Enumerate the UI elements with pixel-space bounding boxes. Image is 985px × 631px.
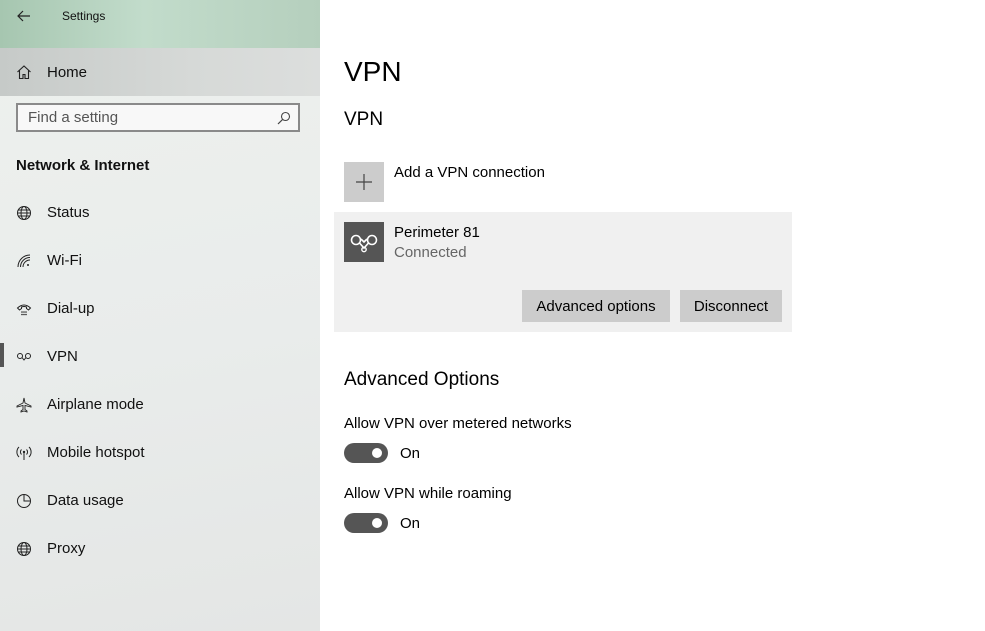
- sidebar-item-airplane-mode[interactable]: Airplane mode: [0, 385, 320, 425]
- title-bar: Settings: [0, 0, 320, 48]
- search-input[interactable]: [18, 105, 288, 130]
- sidebar-item-label: Home: [47, 64, 88, 81]
- sidebar-item-mobile-hotspot[interactable]: Mobile hotspot: [0, 433, 320, 473]
- metered-networks-label: Allow VPN over metered networks: [344, 415, 572, 432]
- sidebar-item-vpn[interactable]: VPN: [0, 337, 320, 377]
- globe-icon: [17, 206, 31, 220]
- vpn-icon: [17, 353, 31, 361]
- advanced-options-title: Advanced Options: [344, 369, 500, 390]
- home-icon: [17, 65, 31, 80]
- globe-icon: [17, 542, 31, 556]
- sidebar-item-label: VPN: [47, 348, 78, 365]
- section-title: Network & Internet: [16, 157, 150, 174]
- roaming-label: Allow VPN while roaming: [344, 485, 512, 502]
- vpn-section-title: VPN: [344, 109, 384, 130]
- page-title: VPN: [344, 56, 402, 87]
- metered-networks-toggle[interactable]: [344, 443, 388, 463]
- roaming-toggle[interactable]: [344, 513, 388, 533]
- main-content: VPN VPN Add a VPN connection Perimeter 8…: [320, 0, 985, 631]
- sidebar-item-label: Wi-Fi: [47, 252, 82, 269]
- sidebar: Settings Home Network & Internet Status …: [0, 0, 320, 631]
- advanced-options-button[interactable]: Advanced options: [522, 290, 670, 322]
- sidebar-item-label: Proxy: [47, 540, 86, 557]
- vpn-logo: [344, 222, 384, 262]
- sidebar-item-label: Dial-up: [47, 300, 95, 317]
- sidebar-item-dialup[interactable]: Dial-up: [0, 289, 320, 329]
- wifi-icon: [17, 254, 31, 268]
- app-title: Settings: [62, 9, 106, 23]
- plus-icon: [356, 174, 372, 190]
- add-vpn-label: Add a VPN connection: [394, 164, 545, 181]
- sidebar-item-wifi[interactable]: Wi-Fi: [0, 241, 320, 281]
- vpn-connection-name: Perimeter 81: [394, 224, 480, 241]
- toggle-knob: [372, 448, 382, 458]
- hotspot-icon: [16, 446, 32, 460]
- disconnect-button[interactable]: Disconnect: [680, 290, 782, 322]
- sidebar-item-status[interactable]: Status: [0, 193, 320, 233]
- sidebar-item-home[interactable]: Home: [0, 48, 320, 96]
- data-usage-icon: [17, 494, 31, 508]
- search-icon[interactable]: [277, 111, 291, 125]
- airplane-icon: [16, 397, 32, 413]
- back-arrow-icon: [17, 10, 30, 22]
- plus-tile: [344, 162, 384, 202]
- perimeter81-logo-icon: [350, 234, 378, 253]
- add-vpn-connection-button[interactable]: Add a VPN connection: [344, 162, 644, 202]
- vpn-connection-card[interactable]: Perimeter 81 Connected Advanced options …: [334, 212, 792, 332]
- sidebar-item-label: Airplane mode: [47, 396, 144, 413]
- metered-networks-state: On: [400, 445, 421, 462]
- vpn-connection-status: Connected: [394, 244, 467, 261]
- selection-indicator: [0, 343, 4, 367]
- sidebar-item-label: Data usage: [47, 492, 124, 509]
- sidebar-item-data-usage[interactable]: Data usage: [0, 481, 320, 521]
- toggle-knob: [372, 518, 382, 528]
- back-button[interactable]: [14, 6, 34, 26]
- dialup-icon: [16, 304, 32, 316]
- sidebar-item-label: Mobile hotspot: [47, 444, 145, 461]
- sidebar-item-label: Status: [47, 204, 90, 221]
- search-box: [16, 103, 300, 132]
- sidebar-item-proxy[interactable]: Proxy: [0, 529, 320, 569]
- roaming-state: On: [400, 515, 421, 532]
